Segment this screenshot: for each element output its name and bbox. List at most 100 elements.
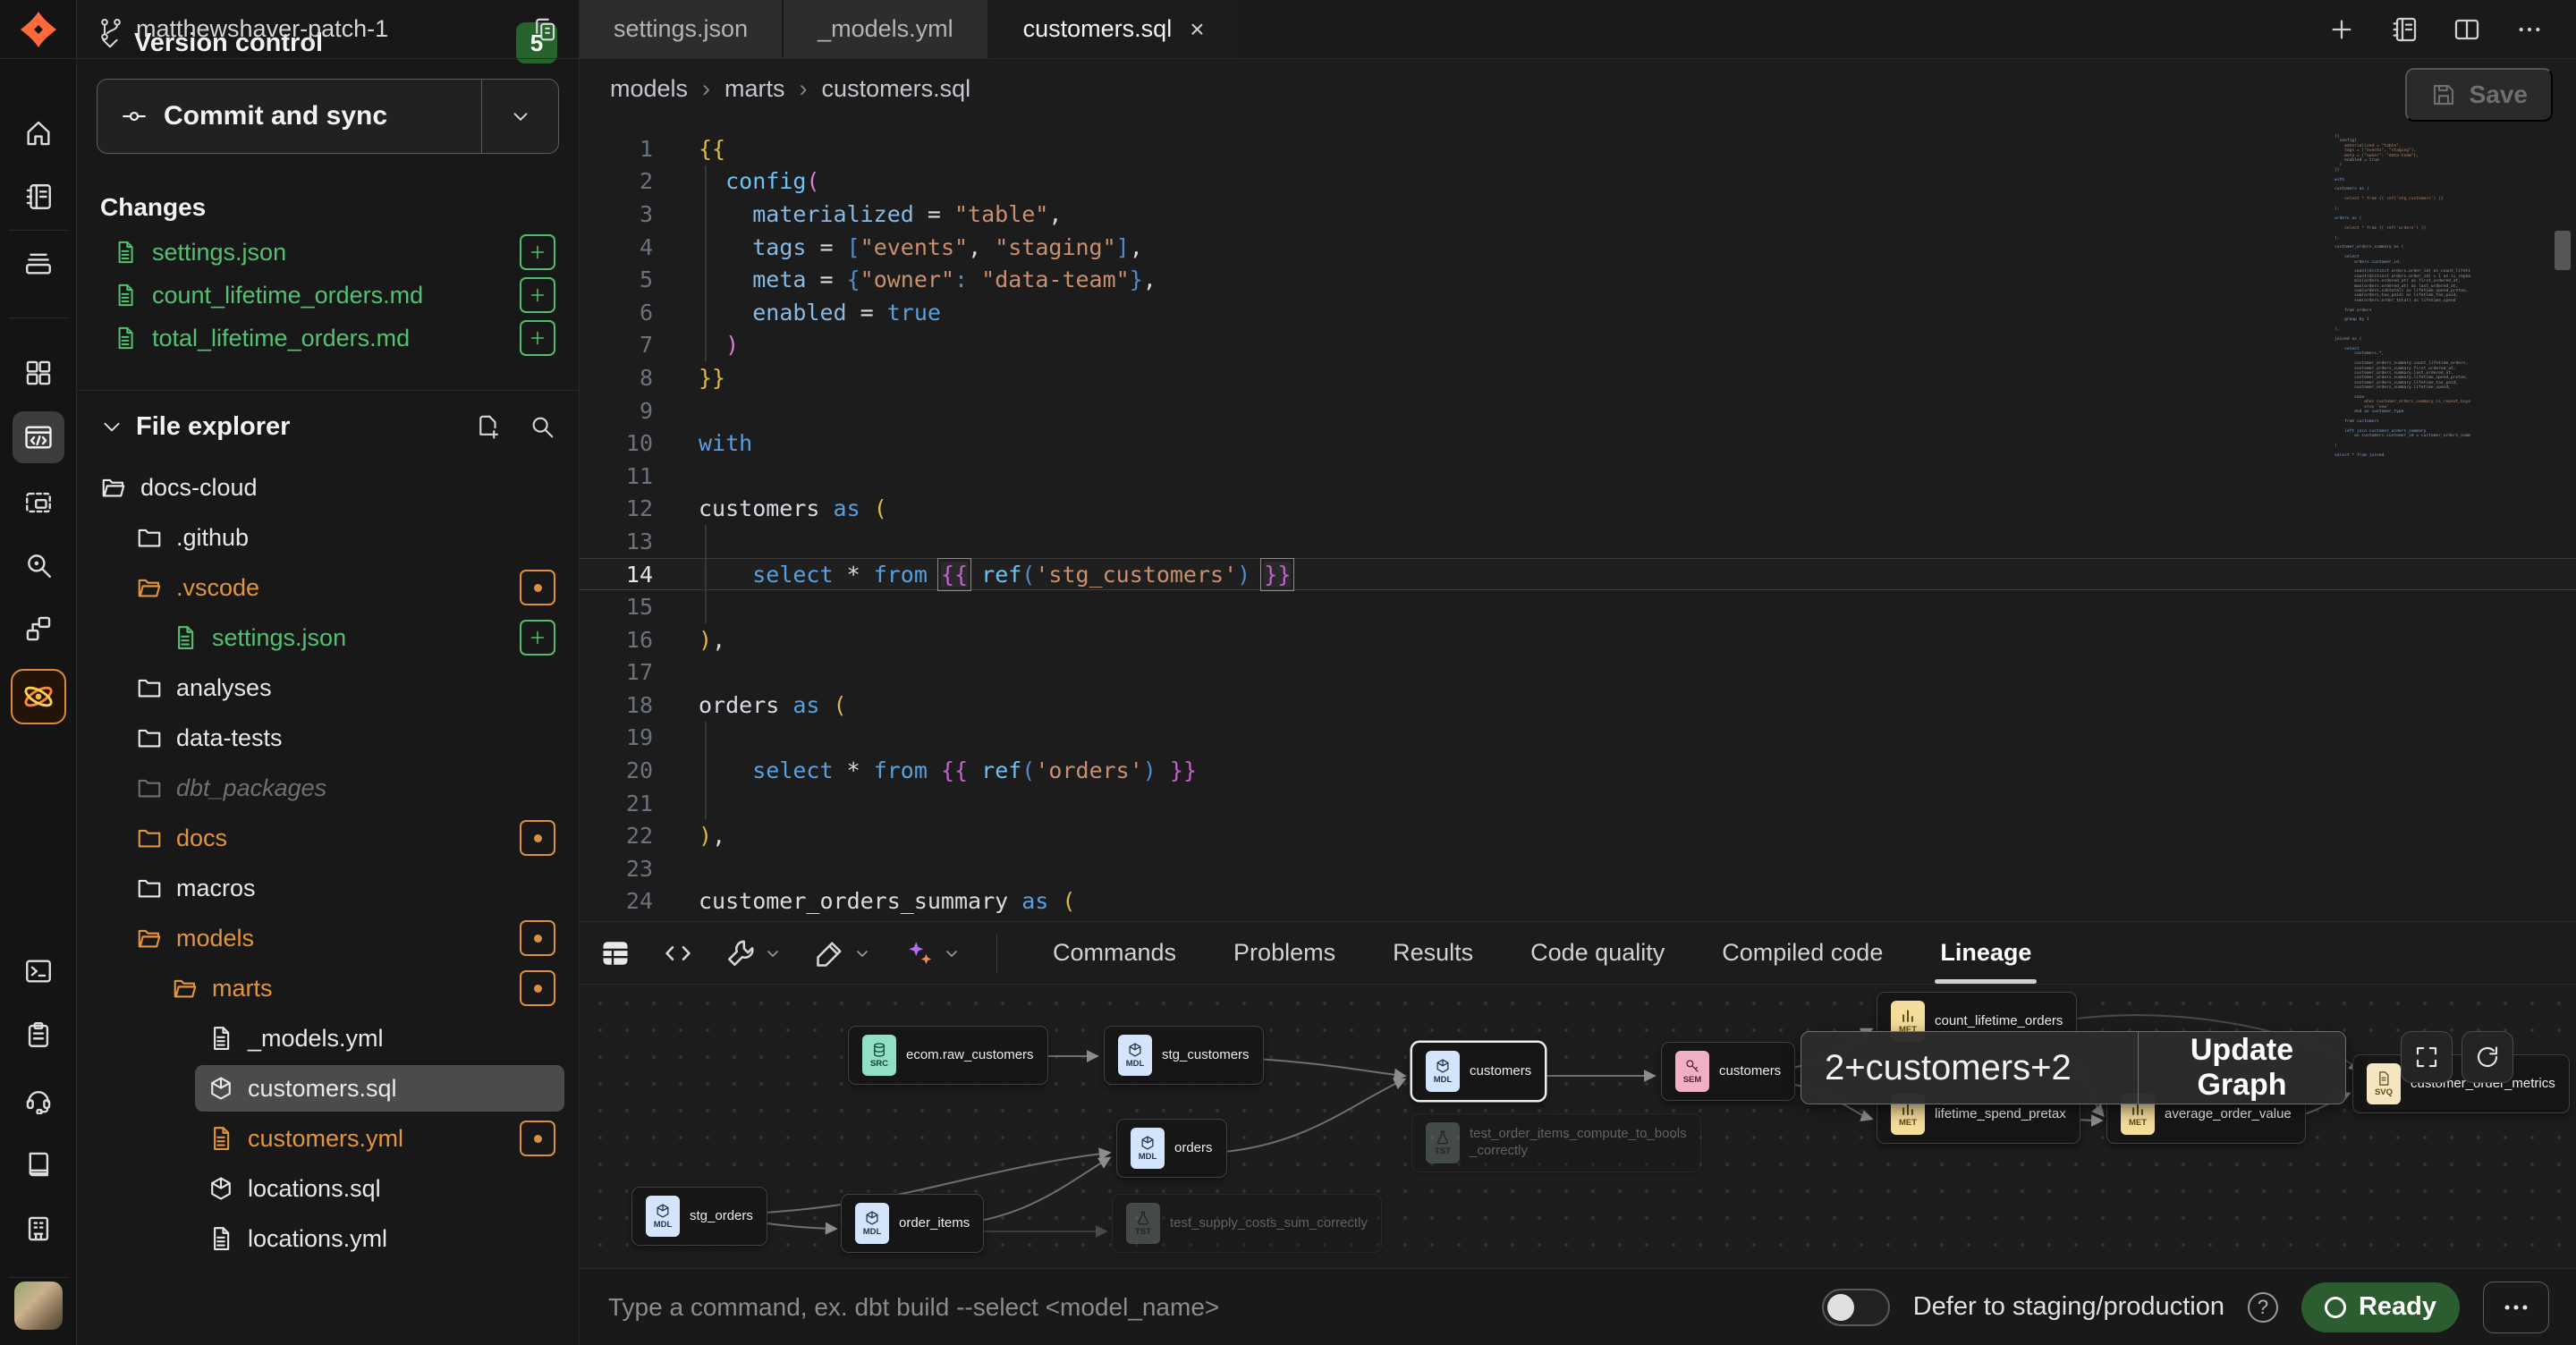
tree-item-settings.json[interactable]: settings.json bbox=[77, 613, 579, 663]
lineage-canvas[interactable]: SRCecom.raw_customers MDLstg_customers MDL… bbox=[580, 985, 2576, 1269]
lineage-node-customers_sem[interactable]: SEMcustomers bbox=[1661, 1042, 1795, 1101]
panel-tab-problems[interactable]: Problems bbox=[1233, 922, 1335, 984]
panel-tab-commands[interactable]: Commands bbox=[1053, 922, 1176, 984]
update-graph-button[interactable]: Update Graph bbox=[2138, 1032, 2345, 1104]
tree-item-analyses[interactable]: analyses bbox=[77, 663, 579, 713]
lineage-node-stg_orders[interactable]: MDLstg_orders bbox=[631, 1187, 767, 1246]
panel-tab-lineage[interactable]: Lineage bbox=[1940, 922, 2031, 984]
code-line[interactable]: 23 bbox=[580, 852, 2576, 885]
sidebar-item-window-dashed[interactable] bbox=[0, 474, 77, 531]
code-line[interactable]: 13 bbox=[580, 525, 2576, 558]
tab-_models.yml[interactable]: _models.yml bbox=[784, 0, 989, 58]
tree-item-.github[interactable]: .github bbox=[77, 512, 579, 563]
lineage-node-order_items[interactable]: MDLorder_items bbox=[841, 1194, 984, 1253]
defer-toggle[interactable] bbox=[1822, 1289, 1890, 1326]
sidebar-item-headset[interactable] bbox=[0, 1070, 77, 1128]
sidebar-item-avatar[interactable] bbox=[0, 1277, 77, 1334]
tree-item-customers.sql[interactable]: customers.sql bbox=[77, 1063, 579, 1113]
lineage-node-orders[interactable]: MDLorders bbox=[1116, 1119, 1227, 1178]
stage-add-badge[interactable] bbox=[520, 234, 555, 270]
breadcrumb-item[interactable]: models bbox=[610, 75, 688, 103]
code-line[interactable]: 15 bbox=[580, 590, 2576, 623]
lineage-node-stg_customers[interactable]: MDLstg_customers bbox=[1104, 1026, 1264, 1085]
panel-tab-code-quality[interactable]: Code quality bbox=[1530, 922, 1665, 984]
branch-name[interactable]: matthewshaver-patch-1 bbox=[136, 15, 519, 43]
code-line[interactable]: 9 bbox=[580, 394, 2576, 427]
code-line[interactable]: 20 select * from {{ ref('orders') }} bbox=[580, 754, 2576, 787]
code-line[interactable]: 10with bbox=[580, 427, 2576, 460]
code-line[interactable]: 16), bbox=[580, 623, 2576, 656]
format-pen-icon[interactable] bbox=[814, 937, 873, 969]
more-horizontal-icon[interactable] bbox=[2515, 15, 2544, 44]
commit-options-caret[interactable] bbox=[481, 80, 558, 153]
close-icon[interactable]: × bbox=[1190, 15, 1204, 44]
sidebar-item-building[interactable] bbox=[0, 1200, 77, 1257]
stage-add-badge[interactable] bbox=[520, 277, 555, 313]
sidebar-item-layers[interactable] bbox=[0, 234, 77, 292]
tree-item-customers.yml[interactable]: customers.yml bbox=[77, 1113, 579, 1163]
command-input[interactable] bbox=[606, 1292, 1799, 1323]
breadcrumb-item[interactable]: marts bbox=[724, 75, 785, 103]
lineage-node-raw_customers[interactable]: SRCecom.raw_customers bbox=[848, 1026, 1048, 1085]
fullscreen-button[interactable] bbox=[2401, 1031, 2453, 1083]
code-line[interactable]: 19 bbox=[580, 722, 2576, 755]
code-line[interactable]: 3 materialized = "table", bbox=[580, 198, 2576, 231]
tree-item-models[interactable]: models bbox=[77, 913, 579, 963]
tree-item-macros[interactable]: macros bbox=[77, 863, 579, 913]
tree-item-marts[interactable]: marts bbox=[77, 963, 579, 1013]
build-wrench-icon[interactable] bbox=[724, 937, 784, 969]
new-file-icon[interactable] bbox=[475, 413, 502, 440]
code-line[interactable]: 1{{ bbox=[580, 132, 2576, 165]
code-editor[interactable]: 1{{2 config(3 materialized = "table",4 t… bbox=[580, 132, 2576, 918]
sidebar-item-grid[interactable] bbox=[0, 344, 77, 402]
code-line[interactable]: 12customers as ( bbox=[580, 493, 2576, 526]
tree-item-docs[interactable]: docs bbox=[77, 813, 579, 863]
code-line[interactable]: 8}} bbox=[580, 361, 2576, 394]
sidebar-item-book[interactable] bbox=[0, 1136, 77, 1193]
commit-and-sync-button[interactable]: Commit and sync bbox=[97, 79, 559, 154]
lineage-selector-input[interactable] bbox=[1801, 1032, 2138, 1104]
changed-file-row[interactable]: total_lifetime_orders.md bbox=[77, 317, 579, 360]
code-line[interactable]: 5 meta = {"owner": "data-team"}, bbox=[580, 263, 2576, 296]
tab-settings.json[interactable]: settings.json bbox=[580, 0, 784, 58]
copy-branch-icon[interactable] bbox=[531, 16, 558, 43]
sidebar-item-clipboard[interactable] bbox=[0, 1006, 77, 1063]
new-tab-plus-icon[interactable] bbox=[2327, 15, 2356, 44]
code-line[interactable]: 21 bbox=[580, 787, 2576, 820]
save-button[interactable]: Save bbox=[2405, 68, 2553, 122]
changed-file-row[interactable]: count_lifetime_orders.md bbox=[77, 274, 579, 317]
file-explorer-header[interactable]: File explorer bbox=[77, 391, 579, 462]
tree-item-docs-cloud[interactable]: docs-cloud bbox=[77, 462, 579, 512]
code-compile-icon[interactable] bbox=[662, 937, 694, 969]
sidebar-item-notebook[interactable] bbox=[0, 168, 77, 225]
code-line[interactable]: 14 select * from {{ ref('stg_customers')… bbox=[580, 558, 2576, 591]
tab-customers.sql[interactable]: customers.sql× bbox=[989, 0, 1241, 58]
sidebar-item-code-editor[interactable] bbox=[0, 409, 77, 466]
tree-item-data-tests[interactable]: data-tests bbox=[77, 713, 579, 763]
editor-scrollbar[interactable] bbox=[2555, 231, 2571, 270]
sidebar-item-search-eye[interactable] bbox=[0, 537, 77, 594]
ai-sparkle-icon[interactable] bbox=[903, 937, 962, 969]
tree-item-locations.sql[interactable]: locations.sql bbox=[77, 1163, 579, 1214]
code-line[interactable]: 7 ) bbox=[580, 329, 2576, 362]
sidebar-item-terminal[interactable] bbox=[0, 943, 77, 1000]
code-line[interactable]: 24customer_orders_summary as ( bbox=[580, 885, 2576, 918]
tree-item-.vscode[interactable]: .vscode bbox=[77, 563, 579, 613]
code-line[interactable]: 22), bbox=[580, 819, 2576, 852]
tree-item-locations.yml[interactable]: locations.yml bbox=[77, 1214, 579, 1264]
code-line[interactable]: 6 enabled = true bbox=[580, 296, 2576, 329]
lineage-node-test_supply[interactable]: TSTtest_supply_costs_sum_correctly bbox=[1112, 1194, 1382, 1253]
code-line[interactable]: 11 bbox=[580, 460, 2576, 493]
dbt-logo[interactable] bbox=[0, 0, 77, 59]
code-line[interactable]: 2 config( bbox=[580, 165, 2576, 199]
breadcrumb-item[interactable]: customers.sql bbox=[822, 75, 971, 103]
code-line[interactable]: 18orders as ( bbox=[580, 689, 2576, 722]
search-files-icon[interactable] bbox=[529, 413, 555, 440]
more-options-button[interactable] bbox=[2483, 1282, 2549, 1333]
lineage-node-customers_mdl[interactable]: MDLcustomers bbox=[1411, 1042, 1546, 1101]
minimap[interactable]: {{ config( materialized = "table", tags … bbox=[2334, 134, 2470, 458]
refresh-button[interactable] bbox=[2462, 1031, 2513, 1083]
sidebar-item-home[interactable] bbox=[0, 105, 77, 162]
question-icon[interactable]: ? bbox=[2248, 1292, 2278, 1323]
tree-item-_models.yml[interactable]: _models.yml bbox=[77, 1013, 579, 1063]
